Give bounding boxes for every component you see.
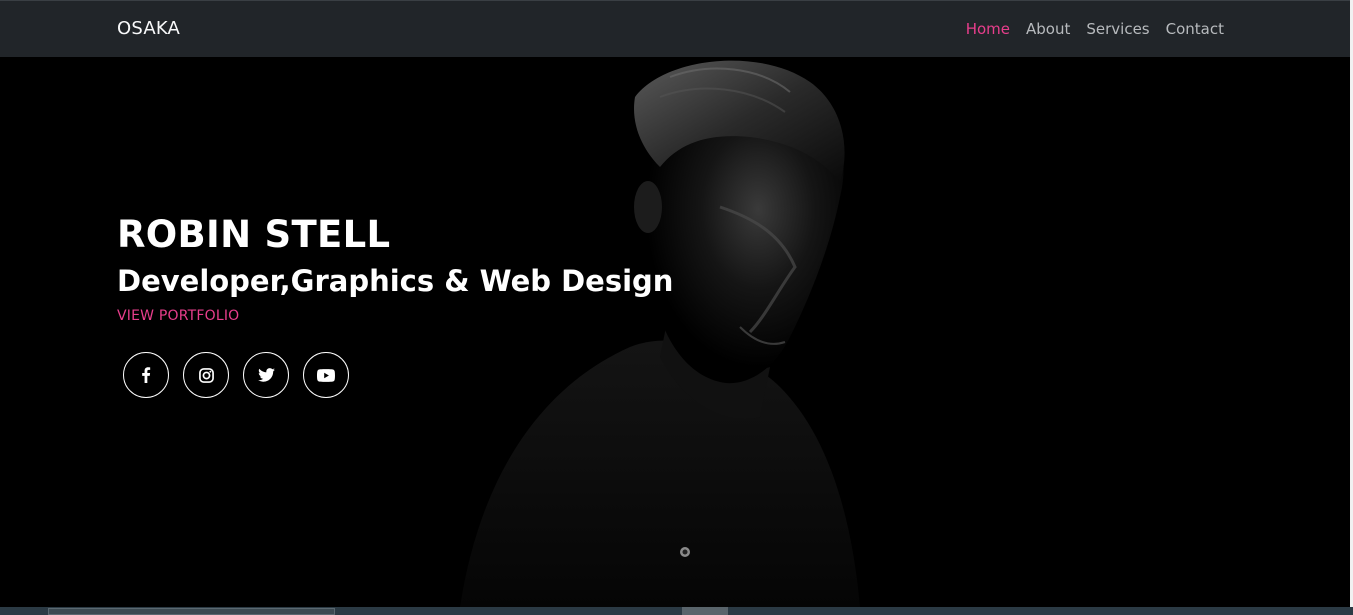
top-navbar: OSAKA Home About Services Contact	[0, 0, 1350, 57]
taskbar-app-button[interactable]	[682, 607, 728, 615]
facebook-icon	[142, 367, 151, 383]
nav-link-contact[interactable]: Contact	[1166, 20, 1224, 38]
os-taskbar	[0, 607, 1353, 615]
instagram-button[interactable]	[183, 352, 229, 398]
nav-link-services[interactable]: Services	[1086, 20, 1149, 38]
brand-logo[interactable]: OSAKA	[117, 18, 180, 39]
hero-subtitle: Developer,Graphics & Web Design	[117, 264, 674, 298]
hero-section: ROBIN STELL Developer,Graphics & Web Des…	[0, 57, 1350, 607]
hero-name: ROBIN STELL	[117, 213, 391, 256]
hero-text-block: ROBIN STELL Developer,Graphics & Web Des…	[117, 212, 673, 324]
page: OSAKA Home About Services Contact ROBIN …	[0, 0, 1353, 615]
view-portfolio-link[interactable]: VIEW PORTFOLIO	[117, 308, 239, 324]
taskbar-window-thumbnail[interactable]	[48, 608, 335, 615]
twitter-button[interactable]	[243, 352, 289, 398]
twitter-icon	[257, 368, 275, 382]
youtube-button[interactable]	[303, 352, 349, 398]
nav-links: Home About Services Contact	[966, 20, 1224, 38]
social-links	[123, 352, 349, 398]
facebook-button[interactable]	[123, 352, 169, 398]
nav-link-about[interactable]: About	[1026, 20, 1070, 38]
nav-link-home[interactable]: Home	[966, 20, 1010, 38]
instagram-icon	[198, 367, 214, 383]
youtube-icon	[317, 368, 335, 382]
hero-portrait-image	[460, 60, 860, 607]
